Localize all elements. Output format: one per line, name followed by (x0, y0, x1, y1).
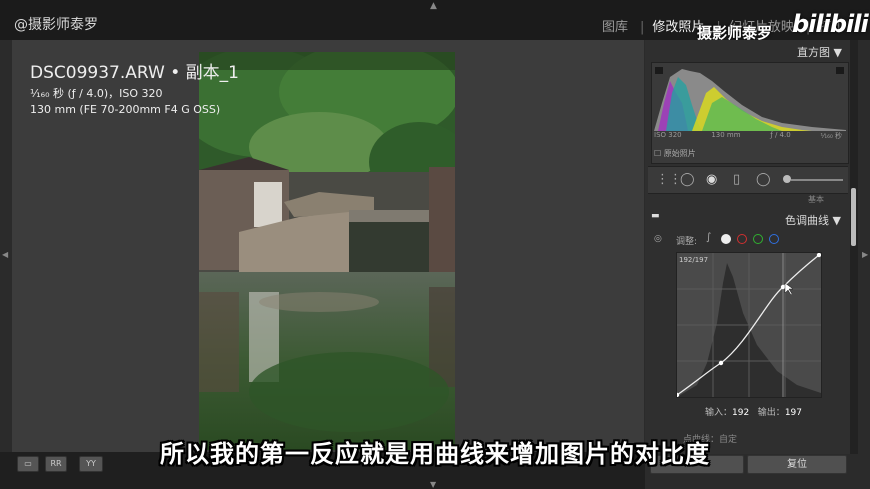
up-arrow-icon[interactable]: ▲ (430, 1, 437, 11)
histogram-metadata: ISO 320 130 mm ƒ / 4.0 ¹⁄₁₆₀ 秒 (654, 131, 842, 141)
output-label: 输出： (757, 408, 785, 418)
brush-icon[interactable] (791, 179, 843, 181)
down-arrow-icon[interactable]: ▼ (430, 480, 436, 489)
hist-focal: 130 mm (711, 131, 741, 139)
right-arrow-icon[interactable]: ▶ (862, 250, 868, 259)
input-output-readout: 输入：192 输出：197 (705, 405, 802, 418)
target-adjust-icon[interactable]: ◎ (654, 234, 662, 244)
watermark-top-left: @摄影师泰罗 (14, 17, 98, 33)
panel-scrollbar-thumb[interactable] (851, 188, 856, 246)
basic-panel-header-partial[interactable]: 基本 (808, 194, 824, 205)
histogram-title: 直方图 (797, 46, 830, 59)
photo-info-overlay: DSC09937.ARW • 副本_1 ¹⁄₁₆₀ 秒 (ƒ / 4.0)，IS… (30, 58, 239, 116)
red-eye-icon[interactable]: ▯ (733, 172, 740, 187)
develop-tool-strip: ⋮⋮ ◯ ◉ ▯ ◯ (648, 166, 848, 194)
white-channel-icon[interactable] (721, 234, 731, 244)
original-photo-label: 原始照片 (663, 149, 696, 158)
tone-curve-panel-header[interactable]: 色调曲线 ▼ (785, 212, 841, 228)
blue-channel-icon[interactable] (769, 234, 779, 244)
photo-exposure: ¹⁄₁₆₀ 秒 (ƒ / 4.0)，ISO 320 (30, 87, 163, 100)
video-subtitle: 所以我的第一反应就是用曲线来增加图片的对比度 (160, 440, 710, 468)
hist-shutter: ¹⁄₁₆₀ 秒 (820, 132, 842, 140)
point-curve-icon[interactable]: ∫ (706, 232, 711, 243)
red-channel-icon[interactable] (737, 234, 747, 244)
hist-iso: ISO 320 (654, 131, 682, 139)
input-value: 192 (732, 408, 750, 418)
spot-removal-icon[interactable]: ◉ (706, 172, 717, 187)
hist-aperture: ƒ / 4.0 (770, 131, 791, 139)
collapse-triangle-icon[interactable]: ▼ (834, 46, 842, 59)
module-library[interactable]: 图库 (602, 20, 628, 35)
bilibili-logo: bilibili (792, 10, 869, 38)
adjust-label: 调整: (676, 237, 698, 247)
left-arrow-icon[interactable]: ◀ (2, 250, 8, 259)
original-photo-checkbox[interactable]: ☐ 原始照片 (654, 148, 696, 159)
curve-coord-readout: 192/197 (679, 256, 709, 264)
histogram-panel-header[interactable]: 直方图 ▼ (797, 44, 842, 60)
module-separator: | (640, 20, 645, 35)
crop-icon[interactable]: ◯ (680, 172, 695, 187)
input-label: 输入： (705, 408, 733, 418)
green-channel-icon[interactable] (753, 234, 763, 244)
photo-filename: DSC09937.ARW • 副本_1 (30, 63, 239, 83)
grid-overlay-icon[interactable]: ⋮⋮ (656, 172, 682, 187)
panel-scrollbar[interactable] (850, 40, 858, 454)
panel-toggle-icon[interactable]: ▬ (651, 211, 660, 221)
graduated-filter-icon[interactable]: ◯ (756, 172, 771, 187)
tone-curve-title: 色调曲线 (785, 214, 829, 227)
radial-filter-icon[interactable] (783, 175, 791, 183)
output-value: 197 (784, 408, 802, 418)
photo-lens: 130 mm (FE 70-200mm F4 G OSS) (30, 103, 221, 116)
tone-curve-graph[interactable] (674, 252, 822, 398)
collapse-triangle-icon[interactable]: ▼ (833, 214, 841, 227)
